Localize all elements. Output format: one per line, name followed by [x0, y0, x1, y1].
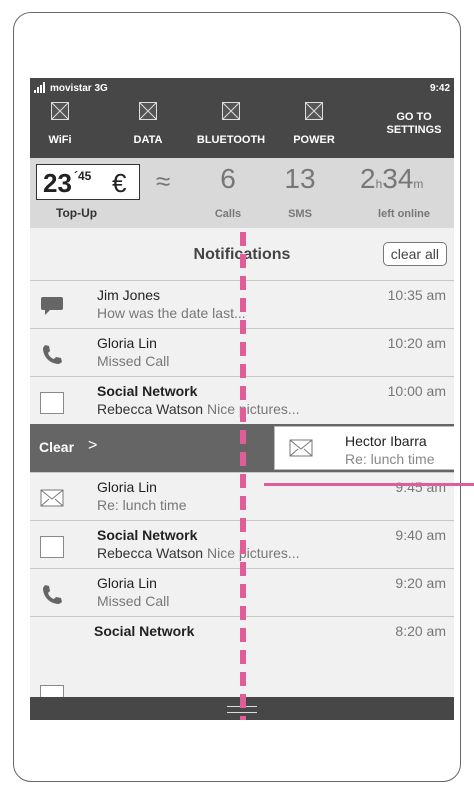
checkbox[interactable] — [40, 392, 64, 414]
notification-time: 10:20 am — [387, 335, 446, 351]
top-up-button[interactable]: 23 ´45 € — [36, 164, 140, 200]
notification-title: Gloria Lin — [97, 575, 157, 591]
bluetooth-icon — [222, 102, 240, 120]
phone-icon — [43, 345, 62, 364]
chevron-right-icon: > — [88, 437, 98, 454]
notification-time: 9:40 am — [395, 527, 446, 543]
notification-time: 10:00 am — [387, 383, 446, 399]
online-time: 2h34m — [360, 163, 424, 194]
clear-action[interactable]: Clear — [39, 439, 74, 455]
annotation-dashed-line — [240, 232, 246, 720]
chat-bubble-icon — [41, 297, 63, 315]
notification-detail: Re: lunch time — [97, 497, 187, 513]
phone-icon — [43, 585, 62, 604]
data-toggle[interactable]: DATA — [118, 98, 178, 156]
go-to-settings-button[interactable]: GO TO SETTINGS — [382, 111, 446, 137]
carrier-name: movistar 3G — [50, 83, 108, 94]
checkbox[interactable] — [40, 536, 64, 558]
signal-icon — [34, 82, 46, 93]
power-label: POWER — [293, 134, 335, 146]
power-icon — [305, 102, 323, 120]
notification-title: Social Network — [94, 623, 195, 639]
notification-time: 9:20 am — [395, 575, 446, 591]
notification-detail: Rebecca Watson Nice pictures... — [97, 401, 300, 417]
top-up-label: Top-Up — [56, 206, 98, 220]
notification-card[interactable]: Hector Ibarra Re: lunch time — [274, 426, 454, 470]
credit-currency: € — [112, 168, 127, 198]
balance-strip: 23 ´45 € Top-Up ≈ 6 Calls 13 SMS 2h34m l… — [30, 158, 454, 228]
go-to-label: GO TO — [396, 111, 432, 123]
notification-detail: Missed Call — [97, 593, 170, 609]
clock: 9:42 — [429, 83, 450, 94]
annotation-arrow — [264, 483, 474, 486]
notification-time: 8:20 am — [395, 623, 446, 639]
data-label: DATA — [133, 134, 163, 146]
credit-cents: ´45 — [74, 169, 92, 183]
bluetooth-label: BLUETOOTH — [196, 134, 266, 146]
wifi-toggle[interactable]: WiFi — [30, 98, 90, 156]
notification-title: Hector Ibarra — [345, 433, 427, 449]
notification-title: Social Network — [97, 383, 198, 399]
notification-detail: Rebecca Watson Nice pictures... — [97, 545, 300, 561]
quick-settings-bar: movistar 3G 9:42 WiFi DATA BLUETOOTH POW… — [30, 78, 454, 158]
calls-label: Calls — [214, 208, 242, 220]
sms-count: 13 — [284, 163, 316, 194]
notification-title: Social Network — [97, 527, 198, 543]
settings-label: SETTINGS — [386, 124, 442, 136]
sms-label: SMS — [288, 208, 312, 220]
clear-all-button[interactable]: clear all — [382, 242, 447, 266]
wifi-label: WiFi — [48, 134, 72, 146]
notification-detail: Missed Call — [97, 353, 170, 369]
notification-detail: How was the date last... — [97, 305, 246, 321]
notification-time: 10:35 am — [387, 287, 446, 303]
approx-symbol: ≈ — [156, 166, 171, 196]
envelope-icon — [40, 489, 64, 507]
status-bar: movistar 3G 9:42 — [30, 78, 454, 98]
bluetooth-toggle[interactable]: BLUETOOTH — [190, 98, 272, 156]
envelope-icon — [289, 439, 313, 457]
notification-title: Gloria Lin — [97, 335, 157, 351]
notification-time: 9:45 am — [395, 479, 446, 495]
wifi-icon — [51, 102, 69, 120]
notification-detail: Re: lunch time — [345, 451, 435, 467]
calls-count: 6 — [220, 163, 236, 194]
notification-title: Gloria Lin — [97, 479, 157, 495]
notification-title: Jim Jones — [97, 287, 161, 303]
credit-amount: 23 — [43, 168, 72, 198]
online-label: left online — [378, 208, 430, 220]
power-toggle[interactable]: POWER — [282, 98, 346, 156]
data-icon — [139, 102, 157, 120]
